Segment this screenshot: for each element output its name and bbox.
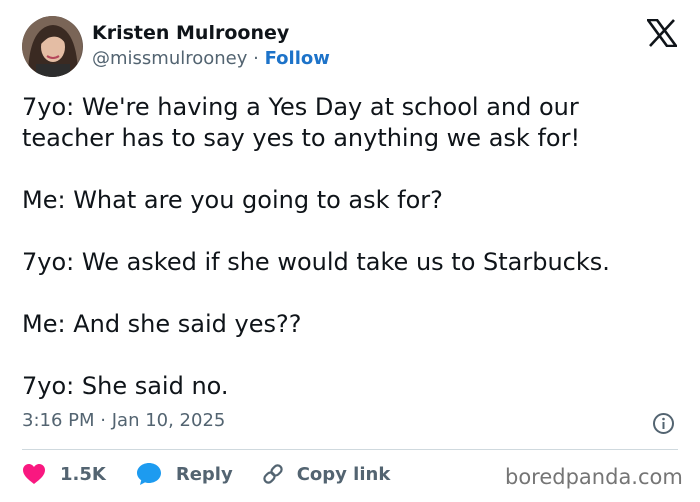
timestamp-row[interactable]: 3:16 PM · Jan 10, 2025 [22, 410, 225, 431]
tweet-line: teacher has to say yes to anything we as… [22, 124, 581, 152]
tweet-time: 3:16 PM [22, 410, 95, 431]
tweet-line: 7yo: We're having a Yes Day at school an… [22, 93, 579, 121]
tweet-card: Kristen Mulrooney @missmulrooney · Follo… [0, 0, 700, 502]
info-icon[interactable] [652, 412, 675, 435]
avatar-photo [22, 16, 83, 77]
reply-label: Reply [175, 463, 233, 485]
author-name[interactable]: Kristen Mulrooney [92, 22, 289, 44]
copy-link-button[interactable]: Copy link [261, 462, 391, 486]
author-handle-row: @missmulrooney · Follow [92, 48, 330, 69]
copy-link-label: Copy link [296, 463, 391, 485]
follow-button[interactable]: Follow [265, 48, 330, 69]
handle-separator: · [253, 48, 259, 69]
divider [22, 449, 678, 450]
tweet-paragraph: 7yo: We asked if she would take us to St… [22, 248, 610, 276]
tweet-paragraph: Me: What are you going to ask for? [22, 186, 443, 214]
tweet-paragraph: Me: And she said yes?? [22, 310, 302, 338]
chat-bubble-icon [136, 463, 161, 485]
like-button[interactable]: 1.5K [22, 463, 106, 485]
tweet-paragraph: 7yo: She said no. [22, 372, 229, 400]
heart-icon [23, 464, 45, 484]
watermark: boredpanda.com [505, 465, 683, 489]
tweet-date: Jan 10, 2025 [111, 410, 226, 431]
tweet-text: 7yo: We're having a Yes Day at school an… [22, 92, 682, 402]
link-icon [263, 464, 283, 484]
tweet-paragraph: 7yo: We're having a Yes Day at school an… [22, 92, 682, 154]
like-count: 1.5K [60, 463, 106, 485]
avatar[interactable] [22, 16, 83, 77]
reply-button[interactable]: Reply [136, 462, 233, 486]
x-logo-icon[interactable] [647, 19, 677, 47]
action-bar: 1.5K Reply Copy link [22, 460, 390, 488]
timestamp-separator: · [100, 410, 106, 431]
author-handle[interactable]: @missmulrooney [92, 48, 247, 69]
